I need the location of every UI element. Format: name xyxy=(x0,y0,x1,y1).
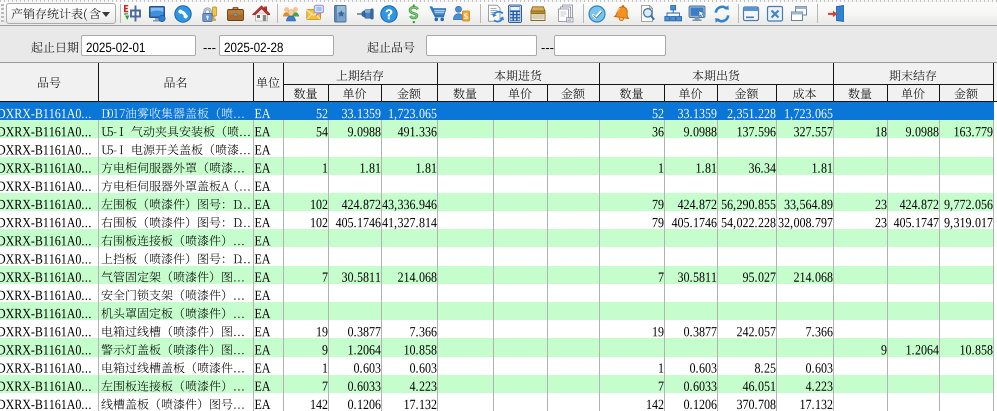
svg-text:$: $ xyxy=(464,11,469,21)
